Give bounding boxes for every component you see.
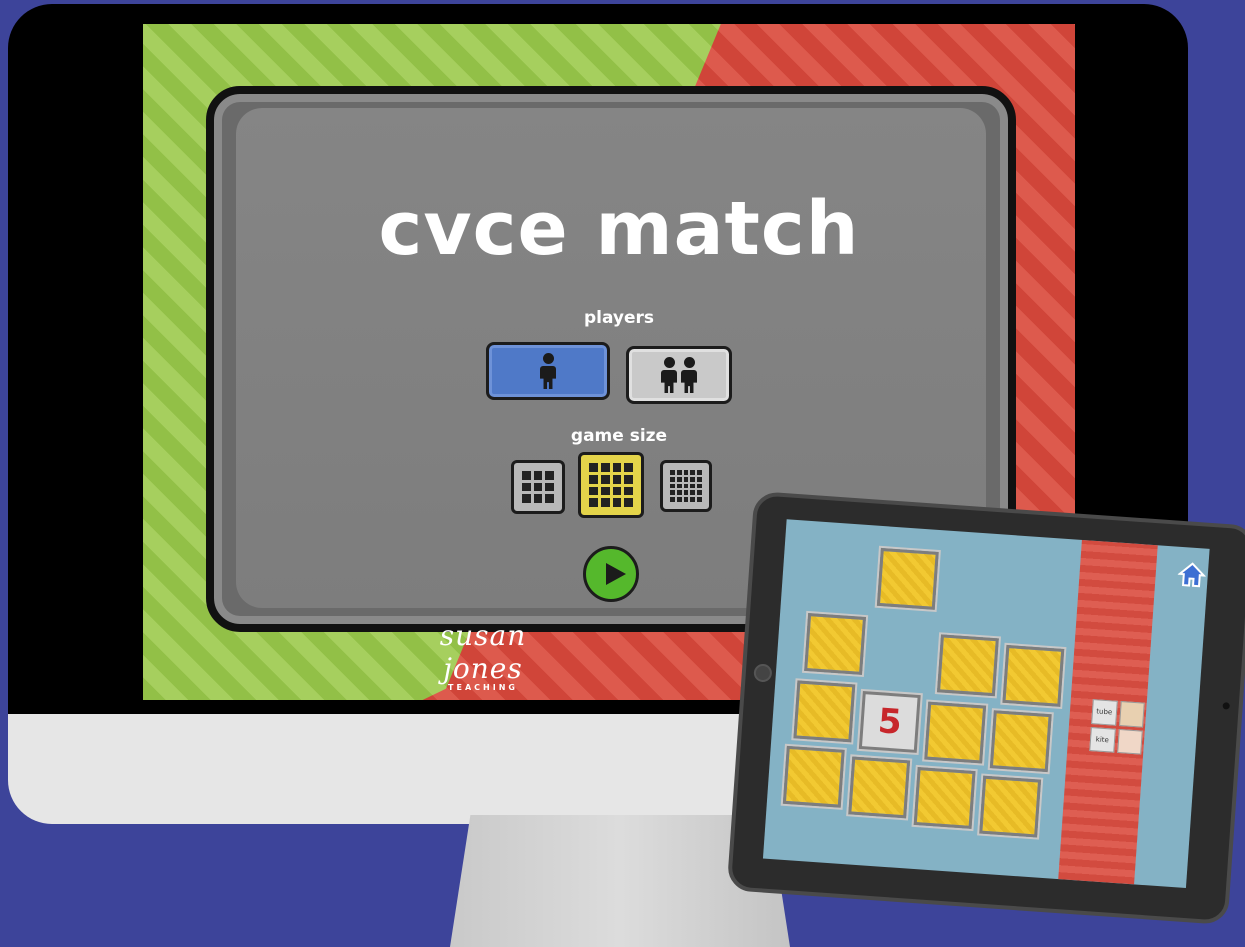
matched-picture xyxy=(1116,728,1143,755)
memory-card[interactable] xyxy=(782,745,845,808)
matched-pairs: tube kite xyxy=(1089,699,1145,755)
memory-card[interactable] xyxy=(913,767,976,829)
players-label: players xyxy=(583,308,655,328)
memory-card[interactable] xyxy=(1002,644,1065,707)
memory-card[interactable] xyxy=(924,701,987,764)
memory-card[interactable] xyxy=(979,775,1042,838)
brand-name: susan jones xyxy=(439,619,527,685)
matched-picture xyxy=(1118,701,1145,728)
tablet-camera xyxy=(753,663,773,683)
memory-card[interactable] xyxy=(793,680,856,743)
person-icon xyxy=(680,357,698,393)
game-size-small-button[interactable] xyxy=(511,460,565,514)
memory-card[interactable] xyxy=(989,710,1052,773)
one-player-button[interactable] xyxy=(486,342,610,400)
memory-card[interactable] xyxy=(848,756,911,819)
memory-card[interactable] xyxy=(804,613,867,675)
person-icon xyxy=(660,357,678,393)
matched-word: tube xyxy=(1091,699,1118,726)
play-button[interactable] xyxy=(583,546,639,602)
person-icon xyxy=(539,353,557,389)
game-size-medium-button[interactable] xyxy=(578,452,644,518)
brand-logo: susan jones TEACHING xyxy=(398,619,568,692)
two-player-button[interactable] xyxy=(626,346,732,404)
tablet-game-board: 5 tube kite xyxy=(762,519,1210,889)
home-icon[interactable] xyxy=(1177,561,1207,589)
revealed-card[interactable]: 5 xyxy=(858,691,921,753)
game-title: cvce match xyxy=(378,186,860,272)
memory-card[interactable] xyxy=(936,634,999,697)
matched-word: kite xyxy=(1089,726,1116,753)
brand-subtitle: TEACHING xyxy=(448,683,518,692)
tablet-home-dot xyxy=(1222,702,1230,710)
game-size-large-button[interactable] xyxy=(660,460,712,512)
tablet-device: 5 tube kite xyxy=(726,490,1245,926)
game-size-label: game size xyxy=(570,426,668,446)
memory-card[interactable] xyxy=(876,547,939,610)
